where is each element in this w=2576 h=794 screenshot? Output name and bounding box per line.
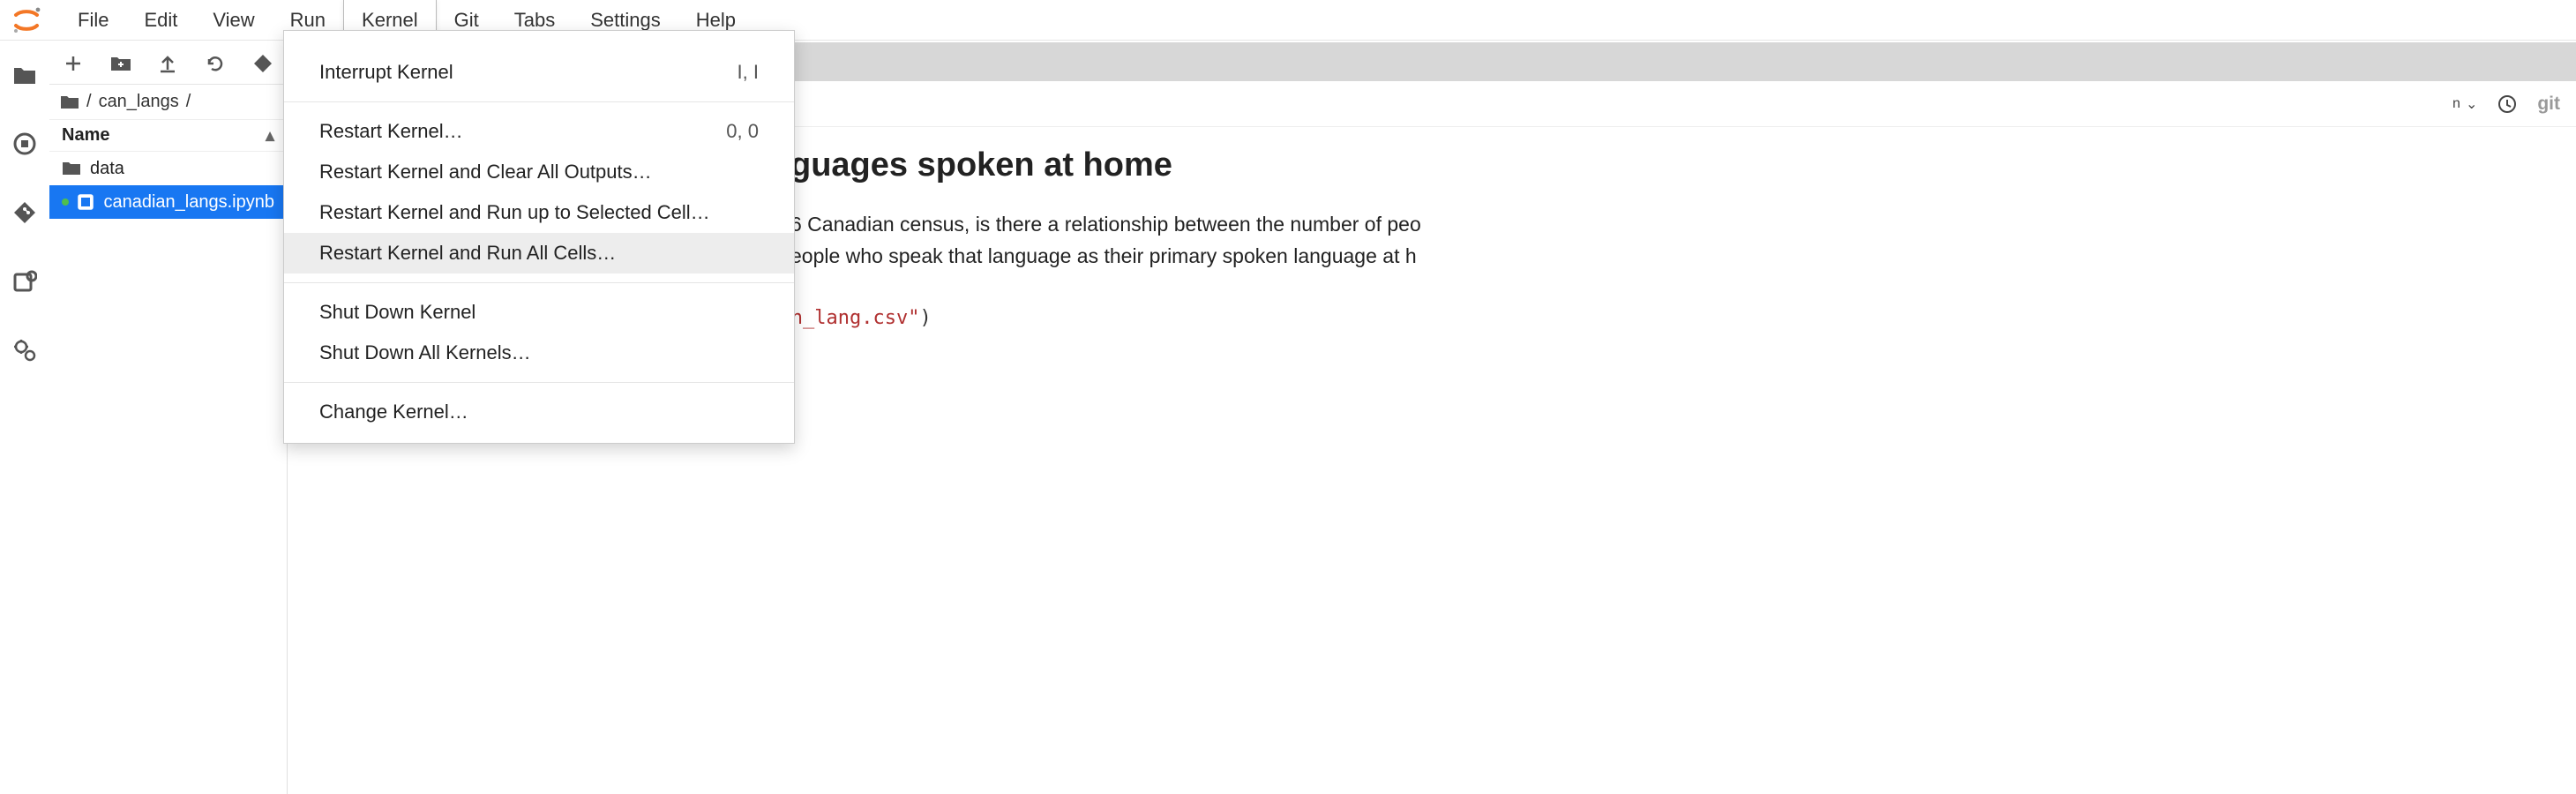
notebook-icon: [76, 192, 95, 212]
celltype-label: n: [2452, 96, 2460, 112]
kernel-menu-item-restart-clear[interactable]: Restart Kernel and Clear All Outputs…: [284, 152, 794, 192]
menu-item-label: Restart Kernel and Clear All Outputs…: [319, 161, 652, 183]
menu-item-label: Restart Kernel and Run up to Selected Ce…: [319, 201, 710, 223]
settings-gear-icon[interactable]: [11, 337, 38, 363]
menu-separator: [284, 282, 794, 283]
menu-item-label: Shut Down All Kernels…: [319, 341, 531, 363]
new-folder-button[interactable]: [107, 49, 135, 78]
celltype-dropdown[interactable]: n ⌄: [2452, 95, 2477, 113]
breadcrumb-folder-icon: [60, 94, 79, 110]
menu-item-label: Change Kernel…: [319, 401, 468, 423]
breadcrumb-sep: /: [186, 92, 191, 112]
breadcrumb-sep: /: [86, 92, 92, 112]
git-icon[interactable]: [11, 199, 38, 226]
running-icon[interactable]: [11, 131, 38, 157]
column-name-label: Name: [62, 125, 109, 146]
kernel-menu-dropdown: Interrupt Kernel I, I Restart Kernel… 0,…: [283, 30, 795, 444]
file-row-notebook[interactable]: canadian_langs.ipynb: [49, 185, 287, 219]
file-row-folder[interactable]: data: [49, 152, 287, 185]
upload-button[interactable]: [154, 49, 182, 78]
menu-item-label: Restart Kernel and Run All Cells…: [319, 242, 616, 264]
file-browser-panel: / can_langs / Name ▴ data canadian_langs…: [49, 42, 288, 794]
file-browser-toolbar: [49, 42, 287, 85]
jupyterlab-app: File Edit View Run Kernel Git Tabs Setti…: [0, 0, 2576, 794]
activity-bar: [0, 42, 49, 794]
folder-icon[interactable]: [11, 62, 38, 88]
notebook-body-line: 6 Canadian census, is there a relationsh…: [790, 209, 2541, 241]
notebook-heading: guages spoken at home: [790, 146, 2541, 184]
kernel-menu-item-interrupt[interactable]: Interrupt Kernel I, I: [284, 52, 794, 93]
refresh-button[interactable]: [201, 49, 229, 78]
kernel-menu-item-restart[interactable]: Restart Kernel… 0, 0: [284, 111, 794, 152]
menu-item-shortcut: 0, 0: [726, 120, 759, 143]
menu-item-label: Restart Kernel…: [319, 120, 463, 142]
menu-item-view[interactable]: View: [195, 0, 272, 41]
code-token: ): [920, 307, 932, 329]
git-button[interactable]: [249, 49, 277, 78]
notebook-body-line: eople who speak that language as their p…: [790, 241, 2541, 273]
kernel-menu-item-change-kernel[interactable]: Change Kernel…: [284, 392, 794, 432]
sort-caret-icon: ▴: [266, 124, 274, 146]
menu-item-edit[interactable]: Edit: [126, 0, 195, 41]
menu-separator: [284, 382, 794, 383]
kernel-menu-item-shutdown-all[interactable]: Shut Down All Kernels…: [284, 333, 794, 373]
status-dot-icon: [62, 198, 69, 206]
new-launcher-button[interactable]: [59, 49, 87, 78]
folder-icon: [62, 159, 81, 178]
menu-separator: [284, 101, 794, 102]
file-row-label: canadian_langs.ipynb: [104, 192, 275, 213]
git-status-label[interactable]: git: [2537, 94, 2560, 115]
menu-item-label: Interrupt Kernel: [319, 61, 453, 83]
history-button[interactable]: [2497, 94, 2518, 115]
kernel-menu-item-shutdown[interactable]: Shut Down Kernel: [284, 292, 794, 333]
file-browser-header[interactable]: Name ▴: [49, 120, 287, 152]
jupyter-logo-icon: [11, 4, 42, 36]
menu-item-shortcut: I, I: [738, 61, 759, 84]
breadcrumb-segment[interactable]: can_langs: [99, 92, 179, 112]
breadcrumb[interactable]: / can_langs /: [49, 85, 287, 120]
chevron-down-icon: ⌄: [2466, 95, 2477, 113]
file-row-label: data: [90, 159, 124, 179]
menu-item-label: Shut Down Kernel: [319, 301, 476, 323]
extension-icon[interactable]: [11, 268, 38, 295]
kernel-menu-item-restart-run-to-cell[interactable]: Restart Kernel and Run up to Selected Ce…: [284, 192, 794, 233]
menu-item-file[interactable]: File: [60, 0, 126, 41]
kernel-menu-item-restart-run-all[interactable]: Restart Kernel and Run All Cells…: [284, 233, 794, 273]
